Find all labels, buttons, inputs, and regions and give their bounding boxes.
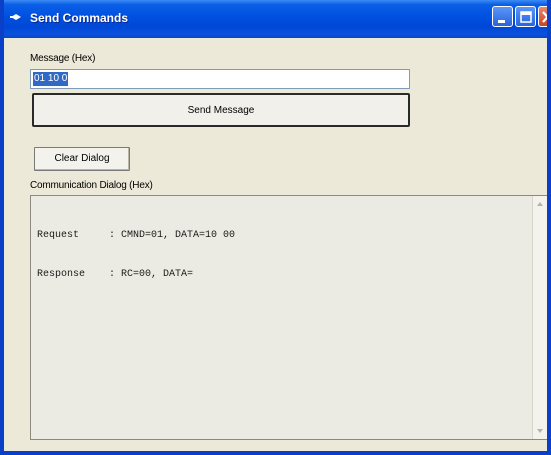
close-icon <box>542 11 547 23</box>
dialog-line-request: Request : CMND=01, DATA=10 00 <box>37 230 236 241</box>
minimize-button[interactable] <box>492 6 513 27</box>
message-input[interactable]: 01 10 0 <box>30 69 410 89</box>
app-icon <box>10 14 21 20</box>
maximize-icon <box>520 11 532 23</box>
window-title: Send Commands <box>30 11 129 25</box>
title-bar[interactable]: Send Commands <box>4 0 547 38</box>
message-value[interactable]: 01 10 0 <box>33 72 69 86</box>
send-commands-window: Send Commands Message (Hex) 01 10 0 Send… <box>0 0 551 455</box>
message-label: Message (Hex) <box>30 53 96 64</box>
dialog-label: Communication Dialog (Hex) <box>30 180 153 191</box>
arrow-up-icon[interactable] <box>534 197 546 211</box>
send-message-button[interactable]: Send Message <box>32 93 410 127</box>
dialog-scrollbar[interactable] <box>532 196 547 439</box>
clear-dialog-button[interactable]: Clear Dialog <box>34 147 130 171</box>
communication-dialog[interactable]: Request : CMND=01, DATA=10 00 Response :… <box>30 195 547 440</box>
dialog-line-response: Response : RC=00, DATA= <box>37 269 194 280</box>
maximize-button[interactable] <box>515 6 536 27</box>
arrow-down-icon[interactable] <box>534 424 546 438</box>
close-button[interactable] <box>538 6 547 27</box>
minimize-icon <box>498 20 505 23</box>
dialog-text: Request : CMND=01, DATA=10 00 Response :… <box>37 203 235 307</box>
